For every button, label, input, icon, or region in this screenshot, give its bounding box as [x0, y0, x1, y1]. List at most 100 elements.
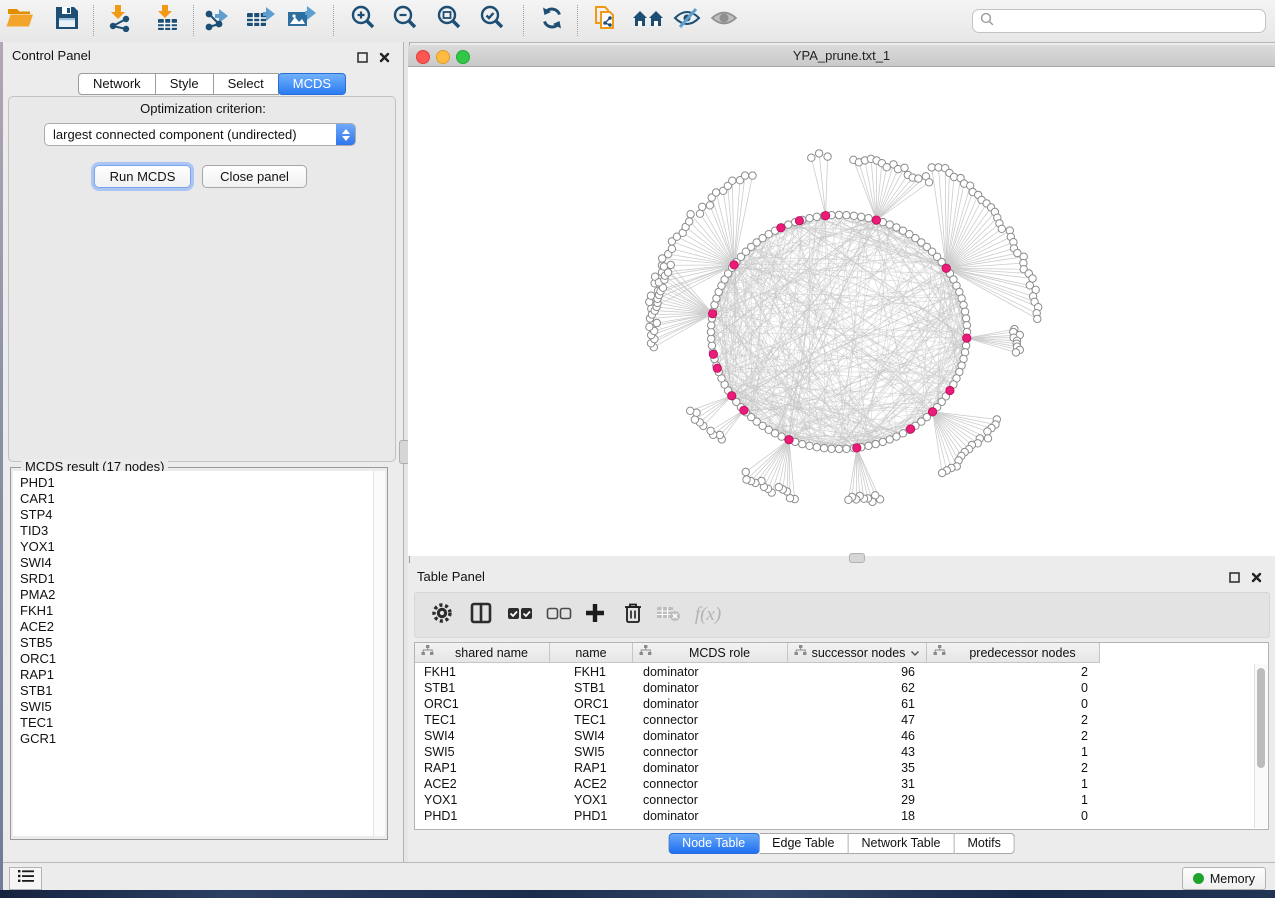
table-cell[interactable]: dominator — [633, 696, 788, 712]
run-mcds-button[interactable]: Run MCDS — [94, 165, 191, 188]
table-cell[interactable]: 62 — [788, 680, 927, 696]
table-cell[interactable]: 2 — [927, 760, 1100, 776]
mcds-result-item[interactable]: PHD1 — [20, 475, 374, 491]
float-panel-icon[interactable] — [357, 50, 369, 62]
table-cell[interactable]: 1 — [927, 776, 1100, 792]
table-cell[interactable]: connector — [633, 792, 788, 808]
table-cell[interactable]: connector — [633, 776, 788, 792]
select-all-rows-button[interactable] — [505, 600, 535, 630]
table-cell[interactable]: ACE2 — [550, 776, 633, 792]
table-cell[interactable]: SWI4 — [415, 728, 550, 744]
table-cell[interactable]: ORC1 — [415, 696, 550, 712]
table-cell[interactable]: 0 — [927, 808, 1100, 824]
table-cell[interactable]: connector — [633, 744, 788, 760]
table-cell[interactable]: 47 — [788, 712, 927, 728]
mcds-result-item[interactable]: SRD1 — [20, 571, 374, 587]
table-row[interactable]: SWI4SWI4dominator462 — [415, 728, 1268, 744]
new-network-from-selection-button[interactable] — [587, 3, 623, 38]
close-panel-button[interactable]: Close panel — [202, 165, 307, 188]
mcds-result-item[interactable]: STB1 — [20, 683, 374, 699]
table-row[interactable]: TEC1TEC1connector472 — [415, 712, 1268, 728]
mcds-result-scrollbar[interactable] — [373, 471, 385, 836]
table-scrollbar-thumb[interactable] — [1257, 668, 1265, 768]
table-cell[interactable]: 2 — [927, 728, 1100, 744]
table-cell[interactable]: PHD1 — [550, 808, 633, 824]
horizontal-splitter-grip[interactable] — [849, 553, 865, 563]
export-table-button[interactable] — [242, 3, 278, 38]
close-panel-icon[interactable] — [379, 50, 391, 62]
table-row[interactable]: RAP1RAP1dominator352 — [415, 760, 1268, 776]
open-session-button[interactable] — [2, 3, 38, 38]
export-network-button[interactable] — [199, 3, 235, 38]
table-cell[interactable]: PHD1 — [415, 808, 550, 824]
first-neighbors-button[interactable] — [630, 3, 666, 38]
table-row[interactable]: ORC1ORC1dominator610 — [415, 696, 1268, 712]
table-cell[interactable]: 31 — [788, 776, 927, 792]
tab-select[interactable]: Select — [214, 73, 279, 95]
table-cell[interactable]: YOX1 — [550, 792, 633, 808]
table-cell[interactable]: TEC1 — [550, 712, 633, 728]
tab-node-table[interactable]: Node Table — [668, 833, 759, 854]
table-cell[interactable]: 18 — [788, 808, 927, 824]
table-cell[interactable]: dominator — [633, 808, 788, 824]
column-header-mcds-role[interactable]: MCDS role — [633, 643, 788, 663]
network-canvas[interactable] — [408, 67, 1275, 556]
table-cell[interactable]: 1 — [927, 792, 1100, 808]
table-row[interactable]: PHD1PHD1dominator180 — [415, 808, 1268, 824]
import-network-button[interactable] — [102, 3, 138, 38]
mcds-result-item[interactable]: ORC1 — [20, 651, 374, 667]
show-all-button[interactable] — [706, 3, 742, 38]
tab-network[interactable]: Network — [78, 73, 156, 95]
table-cell[interactable]: SWI5 — [415, 744, 550, 760]
create-column-button[interactable] — [580, 600, 610, 630]
close-table-panel-icon[interactable] — [1251, 570, 1263, 582]
deselect-all-rows-button[interactable] — [544, 600, 574, 630]
mcds-result-item[interactable]: CAR1 — [20, 491, 374, 507]
table-cell[interactable]: 0 — [927, 680, 1100, 696]
tab-edge-table[interactable]: Edge Table — [759, 833, 848, 854]
table-row[interactable]: STB1STB1dominator620 — [415, 680, 1268, 696]
table-cell[interactable]: STB1 — [415, 680, 550, 696]
network-window-titlebar[interactable]: YPA_prune.txt_1 — [408, 45, 1275, 67]
table-cell[interactable]: dominator — [633, 760, 788, 776]
refresh-view-button[interactable] — [534, 3, 570, 38]
tab-style[interactable]: Style — [156, 73, 214, 95]
table-cell[interactable]: 61 — [788, 696, 927, 712]
export-image-button[interactable] — [283, 3, 319, 38]
table-cell[interactable]: RAP1 — [550, 760, 633, 776]
table-cell[interactable]: 2 — [927, 664, 1100, 680]
table-row[interactable]: FKH1FKH1dominator962 — [415, 664, 1268, 680]
search-field[interactable] — [972, 9, 1266, 33]
column-header-successor-nodes[interactable]: successor nodes — [788, 643, 927, 663]
delete-column-button[interactable] — [618, 600, 648, 630]
table-cell[interactable]: dominator — [633, 664, 788, 680]
float-table-panel-icon[interactable] — [1229, 570, 1241, 582]
table-cell[interactable]: 29 — [788, 792, 927, 808]
table-cell[interactable]: 35 — [788, 760, 927, 776]
table-cell[interactable]: ORC1 — [550, 696, 633, 712]
table-cell[interactable]: 2 — [927, 712, 1100, 728]
table-cell[interactable]: 96 — [788, 664, 927, 680]
tab-network-table[interactable]: Network Table — [849, 833, 955, 854]
zoom-out-button[interactable] — [387, 3, 423, 38]
table-cell[interactable]: 46 — [788, 728, 927, 744]
table-row[interactable]: YOX1YOX1connector291 — [415, 792, 1268, 808]
tab-mcds[interactable]: MCDS — [278, 73, 346, 95]
task-history-button[interactable] — [9, 867, 42, 890]
column-header-shared-name[interactable]: shared name — [415, 643, 550, 663]
table-cell[interactable]: STB1 — [550, 680, 633, 696]
import-table-button[interactable] — [149, 3, 185, 38]
mcds-result-item[interactable]: RAP1 — [20, 667, 374, 683]
table-cell[interactable]: 43 — [788, 744, 927, 760]
mcds-result-item[interactable]: SWI5 — [20, 699, 374, 715]
mcds-result-item[interactable]: ACE2 — [20, 619, 374, 635]
zoom-selected-button[interactable] — [474, 3, 510, 38]
table-cell[interactable]: SWI4 — [550, 728, 633, 744]
zoom-fit-button[interactable] — [431, 3, 467, 38]
table-cell[interactable]: TEC1 — [415, 712, 550, 728]
table-row[interactable]: ACE2ACE2connector311 — [415, 776, 1268, 792]
save-session-button[interactable] — [49, 3, 85, 38]
table-cell[interactable]: 1 — [927, 744, 1100, 760]
column-header-name[interactable]: name — [550, 643, 633, 663]
mcds-result-item[interactable]: FKH1 — [20, 603, 374, 619]
